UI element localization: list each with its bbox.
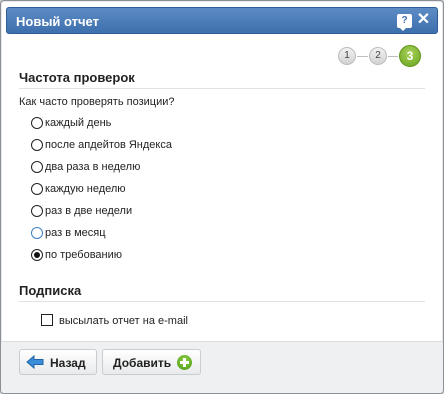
frequency-question: Как часто проверять позиции? xyxy=(19,96,175,108)
radio-button[interactable] xyxy=(31,227,43,239)
back-button[interactable]: Назад xyxy=(19,349,97,375)
section-divider xyxy=(19,88,425,89)
email-checkbox-label[interactable]: высылать отчет на e-mail xyxy=(59,315,188,327)
section-divider xyxy=(19,301,425,302)
add-button-label: Добавить xyxy=(113,356,172,370)
add-button[interactable]: Добавить xyxy=(102,349,201,375)
step-1: 1 xyxy=(338,47,356,65)
close-icon[interactable]: ✕ xyxy=(416,11,431,29)
radio-button[interactable] xyxy=(31,183,43,195)
new-report-dialog: Новый отчет ? ✕ 1 2 3 Частота проверок К… xyxy=(0,0,444,394)
option-label: по требованию xyxy=(45,249,123,261)
plus-icon xyxy=(177,355,192,370)
option-label: после апдейтов Яндекса xyxy=(45,139,172,151)
wizard-steps: 1 2 3 xyxy=(337,45,427,67)
radio-button[interactable] xyxy=(31,139,43,151)
step-2: 2 xyxy=(369,47,387,65)
option-label: раз в месяц xyxy=(45,227,106,239)
step-3-active: 3 xyxy=(399,45,421,67)
radio-button[interactable] xyxy=(31,161,43,173)
option-label: раз в две недели xyxy=(45,205,133,217)
radio-button-selected[interactable] xyxy=(31,249,43,261)
radio-button[interactable] xyxy=(31,117,43,129)
option-label: каждый день xyxy=(45,117,112,129)
help-speech-icon[interactable]: ? xyxy=(397,14,412,31)
step-connector xyxy=(388,56,398,57)
back-button-label: Назад xyxy=(50,356,86,370)
dialog-title: Новый отчет xyxy=(16,14,99,29)
step-connector xyxy=(357,56,368,57)
frequency-section-title: Частота проверок xyxy=(19,70,135,85)
option-label: два раза в неделю xyxy=(45,161,141,173)
subscription-section-title: Подписка xyxy=(19,283,82,298)
option-label: каждую неделю xyxy=(45,183,126,195)
arrow-left-icon xyxy=(26,355,44,369)
dialog-titlebar[interactable]: Новый отчет ? ✕ xyxy=(6,7,438,34)
radio-button[interactable] xyxy=(31,205,43,217)
email-checkbox[interactable] xyxy=(41,314,53,326)
